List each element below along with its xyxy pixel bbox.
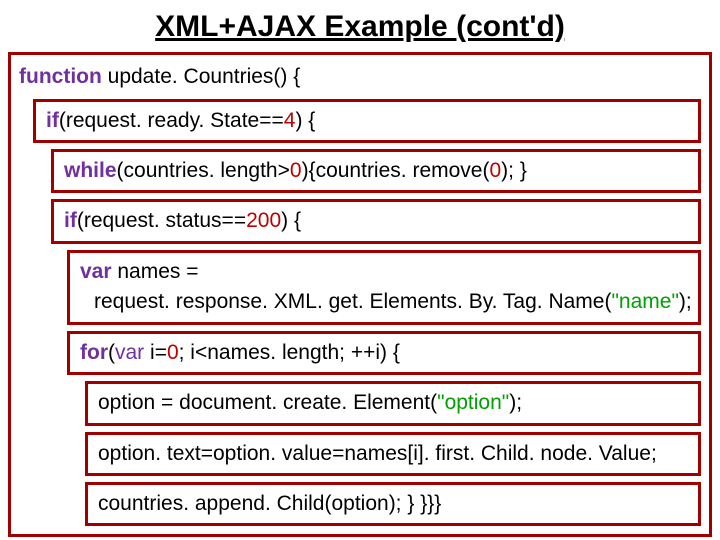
literal-number: 0 bbox=[167, 341, 179, 364]
keyword-while: while bbox=[64, 159, 117, 182]
code-line-1: function update. Countries() { bbox=[19, 61, 701, 93]
code-text: ) { bbox=[295, 109, 315, 132]
code-text: option = document. create. Element( bbox=[98, 391, 437, 414]
code-text: update. Countries() { bbox=[102, 65, 300, 88]
code-text: ); } bbox=[501, 159, 527, 182]
literal-string: "option" bbox=[437, 391, 509, 414]
code-text: (countries. length> bbox=[117, 159, 290, 182]
code-line-7: option = document. create. Element("opti… bbox=[85, 381, 701, 425]
code-outer-box: function update. Countries() { if(reques… bbox=[8, 52, 712, 537]
keyword-for: for bbox=[80, 341, 108, 364]
literal-number: 0 bbox=[489, 159, 501, 182]
code-text: (request. status== bbox=[77, 209, 246, 232]
code-line-8: option. text=option. value=names[i]. fir… bbox=[85, 432, 701, 476]
code-text: ){countries. remove( bbox=[302, 159, 490, 182]
literal-number: 0 bbox=[290, 159, 302, 182]
code-line-9: countries. append. Child(option); } }}} bbox=[85, 482, 701, 526]
code-text: option. text=option. value=names[i]. fir… bbox=[98, 442, 657, 465]
code-text: ( bbox=[108, 341, 115, 364]
code-line-5: var names = request. response. XML. get.… bbox=[67, 250, 701, 325]
literal-number: 4 bbox=[284, 109, 296, 132]
code-text: (request. ready. State== bbox=[59, 109, 284, 132]
keyword-if: if bbox=[46, 109, 59, 132]
literal-number: 200 bbox=[246, 209, 281, 232]
code-line-3: while(countries. length>0){countries. re… bbox=[51, 149, 701, 193]
code-text: i= bbox=[144, 341, 167, 364]
code-text: ; i<names. length; ++i) { bbox=[179, 341, 400, 364]
code-line-4: if(request. status==200) { bbox=[51, 199, 701, 243]
code-text: ); bbox=[679, 290, 692, 313]
slide-title: XML+AJAX Example (cont'd) bbox=[0, 0, 720, 52]
literal-string: "name" bbox=[611, 290, 678, 313]
code-text: names = bbox=[112, 260, 199, 283]
code-text: countries. append. Child(option); } }}} bbox=[98, 492, 441, 515]
keyword-var: var bbox=[80, 260, 112, 283]
keyword-var: var bbox=[115, 341, 144, 364]
code-text: ) { bbox=[281, 209, 301, 232]
keyword-function: function bbox=[19, 65, 102, 88]
code-text: request. response. XML. get. Elements. B… bbox=[94, 290, 611, 313]
keyword-if: if bbox=[64, 209, 77, 232]
code-text: ); bbox=[509, 391, 522, 414]
code-line-6: for(var i=0; i<names. length; ++i) { bbox=[67, 331, 701, 375]
code-line-2: if(request. ready. State==4) { bbox=[33, 99, 701, 143]
